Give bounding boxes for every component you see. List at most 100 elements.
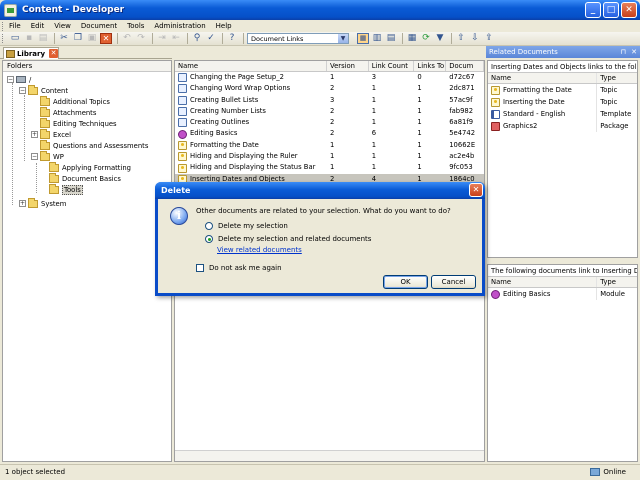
find-icon[interactable]: ⚲ (191, 33, 203, 44)
related-row[interactable]: Standard - English Template (488, 108, 637, 120)
spellcheck-icon[interactable]: ✓ (205, 33, 217, 44)
collapse-icon[interactable]: − (7, 76, 14, 83)
column-name[interactable]: Name (488, 277, 598, 287)
related-row[interactable]: Formatting the Date Topic (488, 84, 637, 96)
tree-item-document-basics[interactable]: Document Basics (49, 172, 121, 184)
related-row[interactable]: Inserting the Date Topic (488, 96, 637, 108)
publish-icon[interactable]: ⇪ (483, 33, 495, 44)
tree-item-excel[interactable]: + Excel (31, 128, 71, 140)
dialog-close-button[interactable]: ✕ (469, 183, 483, 197)
chevron-down-icon[interactable]: ▼ (338, 34, 348, 43)
tree-item-system[interactable]: + System (19, 197, 66, 209)
menu-file[interactable]: File (9, 22, 21, 30)
view-related-link[interactable]: View related documents (217, 246, 302, 254)
horizontal-scrollbar[interactable] (175, 450, 484, 461)
related-row[interactable]: Graphics2 Package (488, 120, 637, 132)
maximize-button[interactable]: □ (603, 2, 619, 18)
column-version[interactable]: Version (327, 61, 369, 71)
tree-item-content[interactable]: − Content (19, 84, 68, 96)
collapse-icon[interactable]: − (19, 87, 26, 94)
tree-item-tools[interactable]: Tools (49, 183, 83, 195)
outdent-icon[interactable]: ⇤ (170, 33, 182, 44)
cancel-button[interactable]: Cancel (431, 275, 476, 289)
undo-icon[interactable]: ↶ (121, 33, 133, 44)
minimize-button[interactable]: _ (585, 2, 601, 18)
cell-links-to: 1 (417, 129, 422, 138)
cell-links-to: 1 (417, 84, 422, 93)
tree-item-wp[interactable]: − WP (31, 150, 64, 162)
tree-item-questions[interactable]: Questions and Assessments (40, 139, 148, 151)
cell-links-to: 1 (417, 163, 422, 172)
folder-icon (40, 150, 50, 161)
tree-item-label: Editing Techniques (53, 119, 117, 128)
split-view-icon[interactable]: ▥ (371, 33, 383, 44)
tree-item-attachments[interactable]: Attachments (40, 106, 96, 118)
tree-item-root[interactable]: − / (7, 74, 31, 85)
expand-icon[interactable]: + (31, 131, 38, 138)
ok-button[interactable]: OK (383, 275, 428, 289)
cell-document: ac2e4b (449, 152, 475, 161)
delete-icon[interactable]: ✕ (100, 33, 112, 44)
column-document[interactable]: Docum (446, 61, 484, 71)
menu-help[interactable]: Help (216, 22, 232, 30)
menu-administration[interactable]: Administration (154, 22, 205, 30)
save-icon[interactable]: ▪ (23, 33, 35, 44)
tree-item-label: Tools (62, 184, 83, 195)
cut-icon[interactable]: ✂ (58, 33, 70, 44)
view-select[interactable]: Document Links ▼ (247, 33, 349, 44)
related-row[interactable]: Editing Basics Module (488, 288, 637, 300)
copy-icon[interactable]: ❐ (72, 33, 84, 44)
radio-delete-selection[interactable] (205, 222, 213, 230)
row-name: Creating Bullet Lists (190, 95, 259, 104)
delete-selection-option[interactable]: Delete my selection (205, 222, 288, 230)
pin-icon[interactable]: ⊓ (621, 46, 626, 58)
table-row[interactable]: Creating Number Lists 2 1 1 fab982 (175, 106, 484, 117)
do-not-ask-option[interactable]: Do not ask me again (196, 264, 282, 272)
radio-delete-related[interactable] (205, 235, 213, 243)
menu-document[interactable]: Document (81, 22, 117, 30)
column-type[interactable]: Type (597, 73, 637, 83)
filter-icon[interactable]: ▼ (434, 33, 446, 44)
check-out-icon[interactable]: ⇩ (469, 33, 481, 44)
menu-edit[interactable]: Edit (31, 22, 45, 30)
refresh-icon[interactable]: ⟳ (420, 33, 432, 44)
do-not-ask-checkbox[interactable] (196, 264, 204, 272)
new-icon[interactable]: ▭ (9, 33, 21, 44)
module-icon (178, 129, 187, 139)
paste-icon[interactable]: ▣ (86, 33, 98, 44)
details-view-icon[interactable]: ▦ (357, 33, 369, 44)
column-name[interactable]: Name (488, 73, 598, 83)
tree-item-editing-techniques[interactable]: Editing Techniques (40, 117, 117, 129)
table-row[interactable]: Formatting the Date 1 1 1 10662E (175, 140, 484, 151)
column-name[interactable]: Name (175, 61, 327, 71)
indent-icon[interactable]: ⇥ (156, 33, 168, 44)
redo-icon[interactable]: ↷ (135, 33, 147, 44)
menu-tools[interactable]: Tools (127, 22, 144, 30)
table-row[interactable]: Changing Word Wrap Options 2 1 1 2dc871 (175, 83, 484, 94)
check-in-icon[interactable]: ⇧ (455, 33, 467, 44)
table-row[interactable]: Changing the Page Setup_2 1 3 0 d72c67 (175, 72, 484, 83)
table-row[interactable]: Creating Bullet Lists 3 1 1 57ac9f (175, 95, 484, 106)
menu-view[interactable]: View (54, 22, 71, 30)
help-icon[interactable]: ? (226, 33, 238, 44)
print-icon[interactable]: ▤ (37, 33, 49, 44)
collapse-icon[interactable]: − (31, 153, 38, 160)
library-tab[interactable]: Library ✕ (3, 47, 59, 59)
tree-item-applying-formatting[interactable]: Applying Formatting (49, 161, 131, 173)
columns-view-icon[interactable]: ▤ (385, 33, 397, 44)
column-links-to[interactable]: Links To (414, 61, 447, 71)
close-panel-icon[interactable]: ✕ (631, 46, 637, 58)
expand-icon[interactable]: + (19, 200, 26, 207)
related-name: Graphics2 (503, 122, 538, 130)
close-tab-icon[interactable]: ✕ (49, 49, 58, 58)
table-row[interactable]: Creating Outlines 2 1 1 6a81f9 (175, 117, 484, 128)
table-row[interactable]: Editing Basics 2 6 1 5e4742 (175, 128, 484, 139)
table-row[interactable]: Hiding and Displaying the Status Bar 1 1 1 9… (175, 162, 484, 173)
delete-related-option[interactable]: Delete my selection and related document… (205, 235, 371, 243)
table-row[interactable]: Hiding and Displaying the Ruler 1 1 1 ac2e4b (175, 151, 484, 162)
tree-item-additional-topics[interactable]: Additional Topics (40, 95, 110, 107)
column-type[interactable]: Type (597, 277, 637, 287)
properties-icon[interactable]: ▦ (406, 33, 418, 44)
column-link-count[interactable]: Link Count (369, 61, 415, 71)
close-window-button[interactable]: ✕ (621, 2, 637, 18)
